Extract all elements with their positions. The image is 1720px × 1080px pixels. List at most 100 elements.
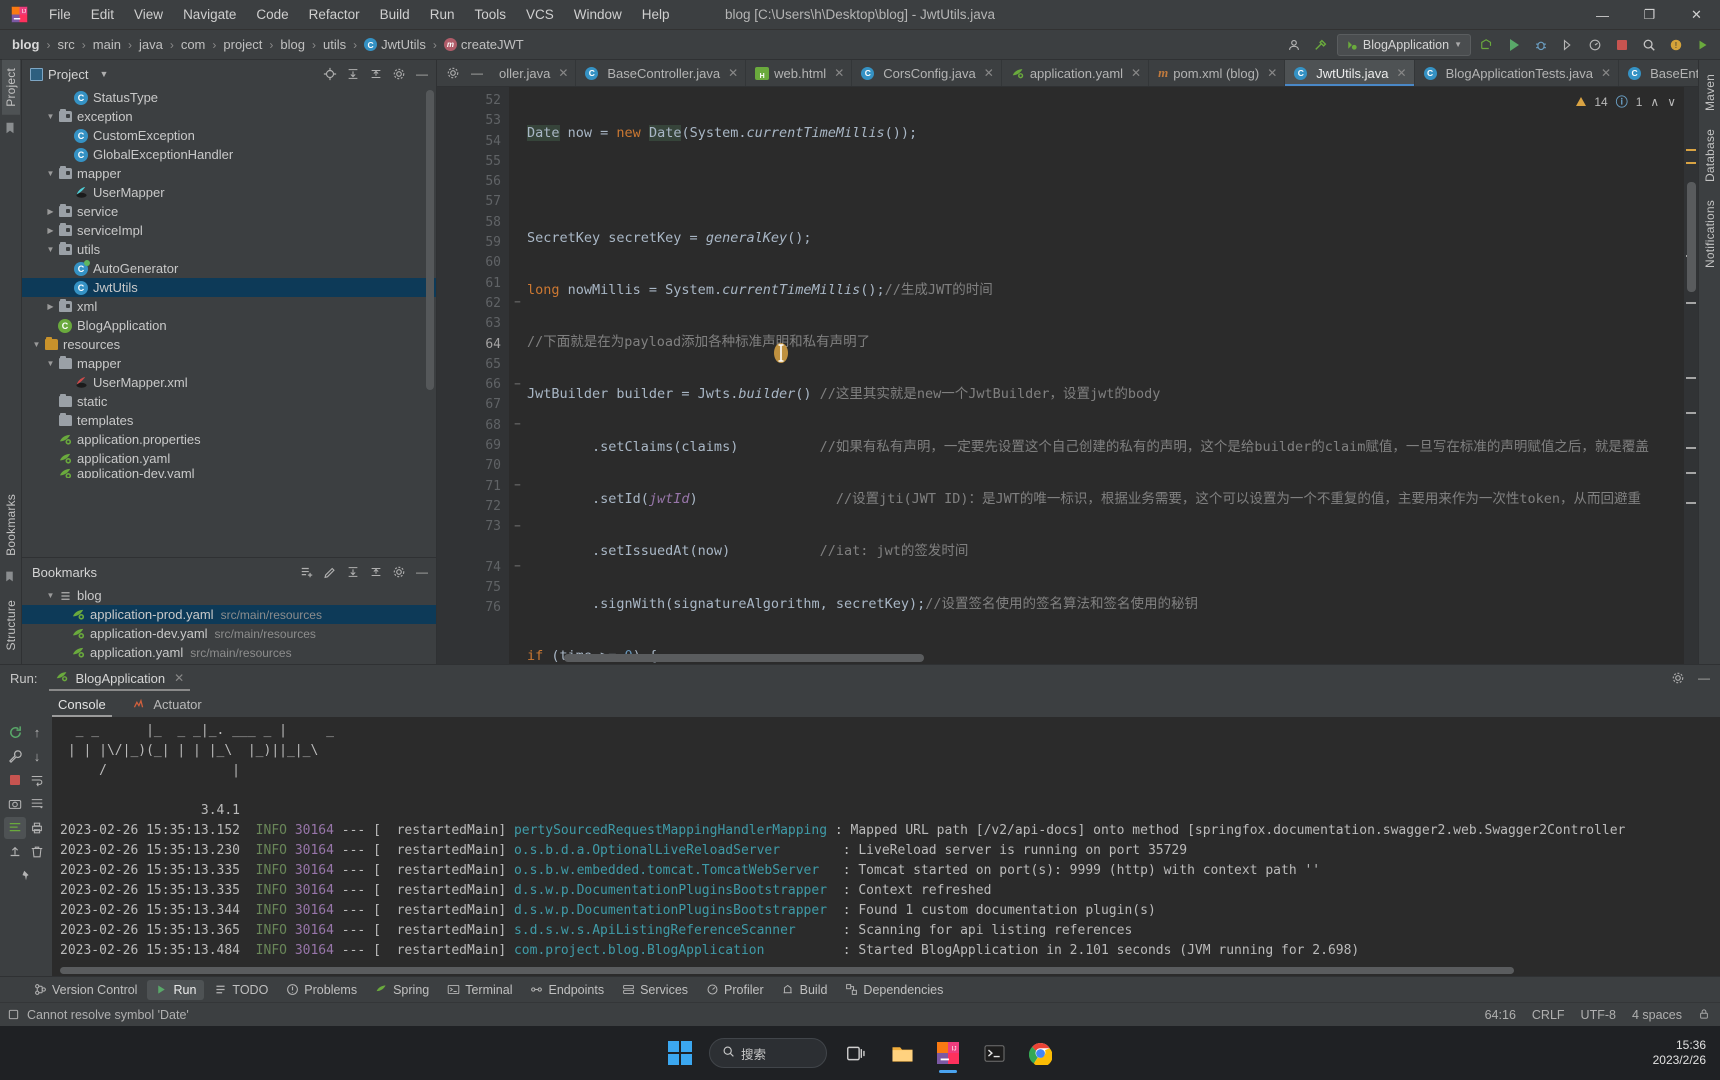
- stripe-mark[interactable]: [1686, 377, 1696, 379]
- stripe-mark[interactable]: [1686, 472, 1696, 474]
- tool-window-todo[interactable]: TODO: [206, 980, 276, 1000]
- close-icon[interactable]: ✕: [174, 671, 184, 685]
- settings-gear-icon[interactable]: [1668, 668, 1688, 688]
- notifications-icon[interactable]: !: [1665, 34, 1687, 56]
- right-tool-strip[interactable]: Maven Database Notifications: [1698, 60, 1720, 664]
- stripe-mark[interactable]: [1686, 162, 1696, 164]
- project-tree-scrollbar[interactable]: [426, 90, 434, 390]
- menu-run[interactable]: Run: [421, 4, 464, 25]
- tab-actuator[interactable]: Actuator: [126, 694, 208, 715]
- tree-node-globalexceptionhandler[interactable]: ▶ C GlobalExceptionHandler: [22, 145, 436, 164]
- bookmark-item-application[interactable]: application.yaml src/main/resources: [22, 643, 436, 662]
- settings-gear-icon[interactable]: [389, 64, 409, 84]
- bookmarks-list[interactable]: ▼ blog application-prod.yaml src/main/re…: [22, 586, 436, 664]
- chrome-icon[interactable]: [1023, 1036, 1057, 1070]
- tree-node-statustype[interactable]: ▶ C StatusType: [22, 88, 436, 107]
- up-arrow-icon[interactable]: ↑: [26, 721, 48, 743]
- tree-node-blogapplication[interactable]: ▶ C BlogApplication: [22, 316, 436, 335]
- tree-node-autogenerator[interactable]: ▶ C AutoGenerator: [22, 259, 436, 278]
- debug-icon[interactable]: [1530, 34, 1552, 56]
- editor-tab-pom-xml[interactable]: m pom.xml (blog) ✕: [1149, 60, 1286, 86]
- task-view-icon[interactable]: [839, 1036, 873, 1070]
- pin-icon[interactable]: [15, 865, 37, 887]
- tree-node-resources[interactable]: ▼ resources: [22, 335, 436, 354]
- chevron-down-icon[interactable]: ▼: [44, 245, 57, 254]
- stop-icon[interactable]: [4, 769, 26, 791]
- close-icon[interactable]: ✕: [1397, 66, 1407, 80]
- sidebar-tab-structure[interactable]: Structure: [2, 592, 20, 659]
- chevron-right-icon[interactable]: ▶: [44, 226, 57, 235]
- tree-node-jwtutils[interactable]: ▶ C JwtUtils: [22, 278, 436, 297]
- down-arrow-icon[interactable]: ↓: [26, 745, 48, 767]
- run-sub-tabs[interactable]: Console Actuator: [0, 691, 1720, 717]
- editor-gutter[interactable]: 52 53 54 55 56 57 58 59 60 61 62 ─ 63 64 …: [437, 87, 520, 664]
- stripe-mark[interactable]: [1686, 302, 1696, 304]
- project-panel-title[interactable]: Project ▼: [30, 67, 108, 82]
- chevron-down-icon[interactable]: ▼: [44, 591, 57, 600]
- bookmark-item-application-prod[interactable]: application-prod.yaml src/main/resources: [22, 605, 436, 624]
- tool-window-endpoints[interactable]: Endpoints: [522, 980, 612, 1000]
- menu-navigate[interactable]: Navigate: [174, 4, 245, 25]
- stripe-mark[interactable]: [1686, 447, 1696, 449]
- breadcrumb-main[interactable]: main: [89, 35, 125, 54]
- build-project-icon[interactable]: [1476, 34, 1498, 56]
- export-icon[interactable]: [4, 841, 26, 863]
- editor-tab-web-html[interactable]: H web.html ✕: [746, 60, 853, 86]
- tool-window-build[interactable]: Build: [774, 980, 836, 1000]
- tool-window-problems[interactable]: Problems: [278, 980, 365, 1000]
- sidebar-tab-database[interactable]: Database: [1701, 121, 1719, 190]
- left-tool-strip[interactable]: Project Bookmarks Structure: [0, 60, 22, 664]
- breadcrumb-project[interactable]: project: [219, 35, 266, 54]
- chevron-right-icon[interactable]: ▶: [44, 302, 57, 311]
- breadcrumb-jwtutils[interactable]: C JwtUtils: [360, 35, 430, 54]
- stripe-mark[interactable]: [1686, 149, 1696, 151]
- window-controls[interactable]: — ❐ ✕: [1579, 0, 1720, 30]
- select-opened-file-icon[interactable]: [320, 64, 340, 84]
- tree-node-application-yaml[interactable]: ▶ application.yaml: [22, 449, 436, 468]
- breadcrumb-blog-pkg[interactable]: blog: [276, 35, 309, 54]
- taskbar-clock[interactable]: 15:36 2023/2/26: [1653, 1038, 1706, 1068]
- stripe-mark[interactable]: [1686, 412, 1696, 414]
- run-main-icon[interactable]: [1692, 34, 1714, 56]
- tree-node-serviceimpl[interactable]: ▶ serviceImpl: [22, 221, 436, 240]
- soft-wrap-icon[interactable]: [26, 769, 48, 791]
- caret-position[interactable]: 64:16: [1485, 1008, 1516, 1022]
- taskbar-search-input[interactable]: 搜索: [709, 1038, 827, 1068]
- editor-vertical-scrollbar[interactable]: [1687, 182, 1696, 292]
- menu-window[interactable]: Window: [565, 4, 631, 25]
- hide-panel-icon[interactable]: —: [412, 562, 432, 582]
- tree-node-mapper[interactable]: ▼ mapper: [22, 164, 436, 183]
- line-separator[interactable]: CRLF: [1532, 1008, 1565, 1022]
- stripe-mark[interactable]: [1686, 502, 1696, 504]
- bookmark-item-application-dev[interactable]: application-dev.yaml src/main/resources: [22, 624, 436, 643]
- tool-window-version-control[interactable]: Version Control: [26, 980, 145, 1000]
- tree-node-utils[interactable]: ▼ utils: [22, 240, 436, 259]
- close-icon[interactable]: ✕: [1267, 66, 1277, 80]
- scroll-to-end-icon[interactable]: [26, 793, 48, 815]
- edit-icon[interactable]: [320, 562, 340, 582]
- stop-icon[interactable]: [1611, 34, 1633, 56]
- editor-tab-bar[interactable]: — oller.java ✕ C BaseController.java ✕ H…: [437, 60, 1698, 87]
- indent-setting[interactable]: 4 spaces: [1632, 1008, 1682, 1022]
- chevron-down-icon[interactable]: ▼: [44, 359, 57, 368]
- camera-icon[interactable]: [4, 793, 26, 815]
- tree-node-customexception[interactable]: ▶ C CustomException: [22, 126, 436, 145]
- close-icon[interactable]: ✕: [728, 66, 738, 80]
- tool-window-dependencies[interactable]: Dependencies: [837, 980, 951, 1000]
- tool-window-terminal[interactable]: Terminal: [439, 980, 520, 1000]
- add-bookmark-icon[interactable]: [297, 562, 317, 582]
- run-configuration-selector[interactable]: BlogApplication ▼: [1336, 33, 1471, 56]
- editor-tab-basecontroller-java[interactable]: C BaseController.java ✕: [576, 60, 747, 86]
- collapse-all-icon[interactable]: [366, 562, 386, 582]
- chevron-down-icon[interactable]: ∨: [1667, 95, 1676, 109]
- breadcrumb-createjwt[interactable]: m createJWT: [440, 35, 528, 54]
- editor-tab-oller-java[interactable]: oller.java ✕: [490, 60, 577, 86]
- editor-tab-baseent[interactable]: C BaseEnt: [1619, 60, 1698, 86]
- code-editor[interactable]: 14 ⓘ 1 ∧ ∨ 52 53 54 55 56 57 58 59 60 61: [437, 87, 1698, 664]
- breadcrumb-java[interactable]: java: [135, 35, 167, 54]
- inspection-widget[interactable]: 14 ⓘ 1 ∧ ∨: [1576, 93, 1676, 110]
- close-icon[interactable]: ✕: [1601, 66, 1611, 80]
- settings-gear-icon[interactable]: [443, 63, 463, 83]
- account-icon[interactable]: [1283, 34, 1305, 56]
- chevron-down-icon[interactable]: ▼: [44, 169, 57, 178]
